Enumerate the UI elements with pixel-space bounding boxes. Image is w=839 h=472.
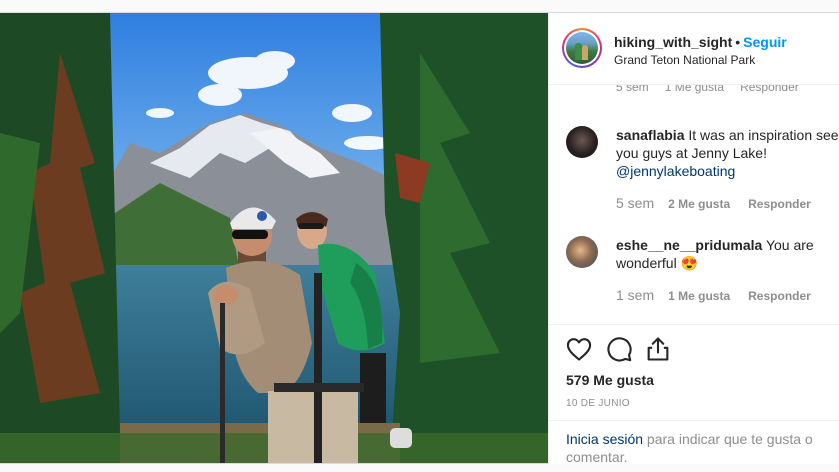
comment-text-line2: you guys at Jenny Lake! xyxy=(616,145,767,161)
commenter-avatar[interactable] xyxy=(566,126,598,158)
comments-list[interactable]: 5 sem 1 Me gusta Responder sanaflabia It w… xyxy=(549,84,839,324)
comment-mention[interactable]: @jennylakeboating xyxy=(616,163,735,179)
comment-age[interactable]: 1 sem xyxy=(616,287,654,303)
post-side-panel: hiking_with_sight • Seguir Grand Teton Nat… xyxy=(548,13,839,465)
comment-text-line1: It was an inspiration seeing xyxy=(688,127,839,143)
comment-icon[interactable] xyxy=(605,335,633,363)
header-separator: • xyxy=(735,34,741,50)
comment-likes[interactable]: 1 Me gusta xyxy=(668,289,730,303)
share-icon[interactable] xyxy=(644,335,672,363)
previous-comment-age: 5 sem xyxy=(616,84,649,94)
commenter-avatar[interactable] xyxy=(566,236,598,268)
comment-text-line1: You are xyxy=(765,237,814,253)
post-container: hiking_with_sight • Seguir Grand Teton Nat… xyxy=(0,12,839,465)
comment-reply-button[interactable]: Responder xyxy=(748,197,811,211)
heart-eyes-emoji-icon: 😍 xyxy=(680,255,699,271)
previous-comment-reply[interactable]: Responder xyxy=(740,84,799,94)
photo-illustration xyxy=(0,13,548,463)
comment-text-line2: wonderful xyxy=(616,255,677,271)
commenter-username[interactable]: sanaflabia xyxy=(616,127,684,143)
post-header: hiking_with_sight • Seguir Grand Teton Nat… xyxy=(549,13,839,85)
previous-comment-meta: 5 sem 1 Me gusta Responder xyxy=(616,84,815,94)
post-location[interactable]: Grand Teton National Park xyxy=(614,53,755,67)
comment-meta: 1 sem 1 Me gusta Responder xyxy=(616,287,811,303)
login-link[interactable]: Inicia sesión xyxy=(566,431,643,447)
post-date: 10 DE JUNIO xyxy=(566,398,630,409)
likes-count[interactable]: 579 Me gusta xyxy=(566,372,654,388)
post-actions: 579 Me gusta 10 DE JUNIO Inicia sesión p… xyxy=(549,324,839,465)
commenter-username[interactable]: eshe__ne__pridumala xyxy=(616,237,762,253)
comment-reply-button[interactable]: Responder xyxy=(748,289,811,303)
author-avatar[interactable] xyxy=(562,28,602,68)
comment-likes[interactable]: 2 Me gusta xyxy=(668,197,730,211)
author-username[interactable]: hiking_with_sight xyxy=(614,34,732,50)
author-avatar-image xyxy=(566,32,598,64)
login-prompt: Inicia sesión para indicar que te gusta … xyxy=(549,420,839,465)
previous-comment-likes[interactable]: 1 Me gusta xyxy=(665,84,724,94)
comment-meta: 5 sem 2 Me gusta Responder xyxy=(616,195,811,211)
heart-icon[interactable] xyxy=(565,335,593,363)
follow-button[interactable]: Seguir xyxy=(743,34,787,50)
comment-age[interactable]: 5 sem xyxy=(616,195,654,211)
post-photo[interactable] xyxy=(0,13,548,463)
